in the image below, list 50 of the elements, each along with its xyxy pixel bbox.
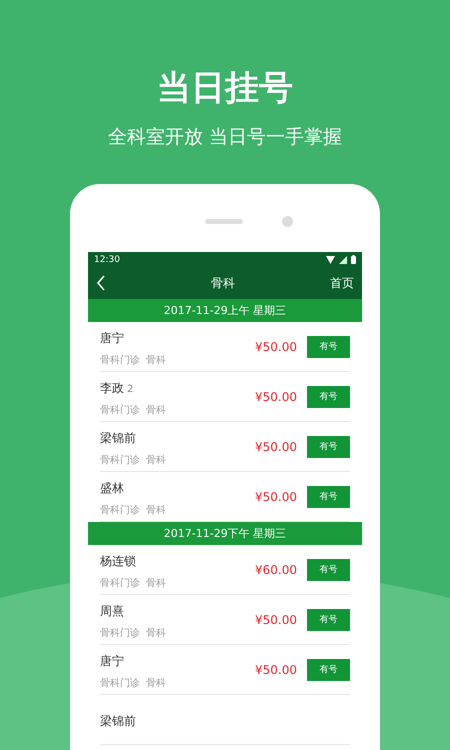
doctor-name: 梁锦前 [100,430,136,444]
department-label: 骨科 [146,404,166,416]
department-label: 骨科门诊 [100,676,140,690]
department-label: 骨科门诊 [100,454,140,466]
camera-dot [282,216,293,227]
date-header: 2017-11-29上午 星期三 [88,299,362,322]
available-button[interactable]: 有号 [307,658,350,680]
wifi-icon [326,256,335,264]
available-button[interactable]: 有号 [307,436,350,458]
department-label: 骨科门诊 [100,354,140,366]
available-button[interactable]: 有号 [307,608,350,630]
speaker-slot [205,219,243,224]
doctor-name: 唐宁 [100,330,124,344]
department-label: 骨科 [146,354,166,366]
count-label: 2 [127,384,134,394]
department-label: 骨科门诊 [100,576,140,590]
date-header: 2017-11-29下午 星期三 [88,522,362,545]
available-button[interactable]: 有号 [307,558,350,580]
doctor-name: 梁锦前 [100,714,136,728]
department-label: 骨科门诊 [100,626,140,640]
signal-icon [339,256,347,264]
available-button[interactable]: 有号 [307,386,350,408]
department-label: 骨科 [146,626,166,640]
available-button[interactable]: 有号 [307,336,350,358]
price: ¥50.00 [255,440,297,454]
doctor-name: 李政 [100,380,124,394]
department-label: 骨科门诊 [100,404,140,416]
available-button[interactable]: 有号 [307,486,350,508]
hero-subtitle: 全科室开放 当日号一手掌握 [108,125,342,150]
hero-title: 当日挂号 [157,67,293,110]
department-label: 骨科 [146,576,166,590]
screen-title: 骨科 [211,274,235,292]
price: ¥50.00 [255,662,297,676]
doctor-name: 周熹 [100,604,124,618]
status-time: 12:30 [94,254,120,264]
department-label: 骨科门诊 [100,504,140,516]
price: ¥50.00 [255,390,297,404]
price: ¥50.00 [255,340,297,354]
price: ¥50.00 [255,612,297,626]
doctor-name: 唐宁 [100,654,124,668]
department-label: 骨科 [146,504,166,516]
home-link[interactable]: 首页 [330,274,354,292]
price: ¥50.00 [255,490,297,504]
department-label: 骨科 [146,454,166,466]
battery-icon [351,255,356,264]
price: ¥60.00 [255,562,297,576]
department-label: 骨科 [146,676,166,690]
doctor-name: 杨连锁 [100,554,136,568]
doctor-name: 盛林 [100,480,124,494]
back-icon[interactable] [96,275,106,291]
